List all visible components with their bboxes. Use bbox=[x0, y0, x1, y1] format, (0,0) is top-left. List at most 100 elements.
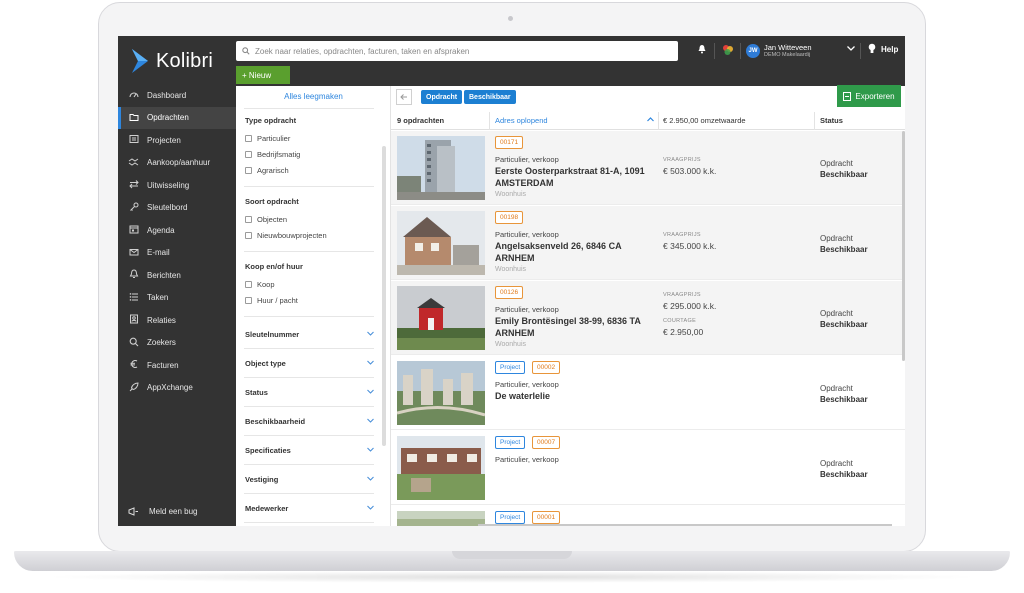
laptop-shadow bbox=[40, 571, 984, 583]
user-name[interactable]: Jan Witteveen bbox=[764, 43, 812, 52]
filter-chip-beschikbaar[interactable]: Beschikbaar bbox=[464, 90, 516, 104]
checkbox-icon[interactable] bbox=[245, 135, 252, 142]
sidebar-item-appxchange[interactable]: AppXchange bbox=[118, 377, 236, 399]
filter-checkbox[interactable]: Objecten bbox=[245, 215, 287, 224]
sidebar-item-sleutelbord[interactable]: Sleutelbord bbox=[118, 197, 236, 219]
folder-icon bbox=[128, 112, 139, 124]
table-scrollbar[interactable] bbox=[902, 131, 905, 361]
table-row[interactable]: 00198 Particulier, verkoop Angelsaksenveld… bbox=[391, 206, 905, 280]
avatar[interactable]: JW bbox=[746, 44, 760, 58]
checkbox-icon[interactable] bbox=[245, 232, 252, 239]
sidebar-item-facturen[interactable]: Facturen bbox=[118, 354, 236, 376]
clear-all-link[interactable]: Alles leegmaken bbox=[236, 92, 391, 101]
sidebar-item-agenda[interactable]: Agenda bbox=[118, 219, 236, 241]
search-bar[interactable] bbox=[236, 41, 678, 61]
laptop-camera bbox=[508, 16, 513, 21]
help-link[interactable]: Help bbox=[881, 45, 898, 54]
reference-badge: 00198 bbox=[495, 211, 524, 224]
filter-accordion-specificaties[interactable]: Specificaties bbox=[245, 445, 375, 456]
listing-category: Woonhuis bbox=[495, 341, 527, 348]
sidebar-item-berichten[interactable]: Berichten bbox=[118, 264, 236, 286]
back-button[interactable] bbox=[396, 89, 412, 105]
filter-checkbox[interactable]: Nieuwbouwprojecten bbox=[245, 231, 327, 240]
chevron-down-icon bbox=[366, 474, 375, 485]
apps-icon[interactable] bbox=[721, 43, 735, 60]
topbar-divider bbox=[740, 43, 741, 59]
filter-accordion-status[interactable]: Status bbox=[245, 387, 375, 398]
chevron-down-icon bbox=[366, 416, 375, 427]
sidebar-item-zoekers[interactable]: Zoekers bbox=[118, 332, 236, 354]
filter-checkbox[interactable]: Agrarisch bbox=[245, 166, 289, 175]
sidebar-item-label: Berichten bbox=[147, 270, 181, 280]
table-row[interactable]: Project 00007 Particulier, verkoop Opdracht… bbox=[391, 431, 905, 505]
filter-checkbox[interactable]: Koop bbox=[245, 280, 275, 289]
checkbox-icon[interactable] bbox=[245, 216, 252, 223]
filter-accordion-medewerker[interactable]: Medewerker bbox=[245, 503, 375, 514]
laptop-notch bbox=[452, 551, 572, 559]
table-row[interactable]: 00171 Particulier, verkoop Eerste Oosterpa… bbox=[391, 131, 905, 205]
filter-accordion-vestiging[interactable]: Vestiging bbox=[245, 474, 375, 485]
filter-title-type: Type opdracht bbox=[245, 116, 297, 125]
price-label: VRAAGPRIJS bbox=[663, 292, 701, 298]
logo[interactable]: Kolibri bbox=[118, 36, 236, 86]
status-badge: Beschikbaar bbox=[820, 470, 868, 479]
sidebar-item-label: Taken bbox=[147, 293, 169, 302]
table-row[interactable]: Project 00002 Particulier, verkoop De water… bbox=[391, 356, 905, 430]
sidebar-item-label: Uitwisseling bbox=[147, 180, 190, 190]
sidebar-item-projecten[interactable]: Projecten bbox=[118, 129, 236, 151]
file-export-icon bbox=[843, 91, 852, 101]
checkbox-icon[interactable] bbox=[245, 151, 252, 158]
checkbox-icon[interactable] bbox=[245, 167, 252, 174]
checkbox-icon[interactable] bbox=[245, 281, 252, 288]
listing-address[interactable]: Eerste Oosterparkstraat 81-A, 1091 AMSTE… bbox=[495, 165, 655, 189]
sidebar-item-label: Zoekers bbox=[147, 338, 176, 347]
sidebar-item-relaties[interactable]: Relaties bbox=[118, 309, 236, 331]
sidebar-item-e-mail[interactable]: E-mail bbox=[118, 242, 236, 264]
sidebar-item-dashboard[interactable]: Dashboard bbox=[118, 84, 236, 106]
notification-bell-icon[interactable] bbox=[697, 44, 707, 57]
report-bug-button[interactable]: Meld een bug bbox=[128, 507, 197, 516]
filter-checkbox[interactable]: Bedrijfsmatig bbox=[245, 150, 300, 159]
filter-chip-opdracht[interactable]: Opdracht bbox=[421, 90, 463, 104]
filter-scrollbar[interactable] bbox=[382, 146, 386, 446]
price-label: VRAAGPRIJS bbox=[663, 157, 701, 163]
column-divider bbox=[489, 112, 490, 130]
sidebar-item-label: Aankoop/aanhuur bbox=[147, 158, 211, 167]
chevron-down-icon bbox=[366, 387, 375, 398]
listing-address[interactable]: De waterlelie bbox=[495, 390, 655, 402]
filter-divider bbox=[244, 377, 374, 378]
table-horizontal-scrollbar[interactable] bbox=[478, 524, 892, 526]
listing-address[interactable]: Angelsaksenveld 26, 6846 CA ARNHEM bbox=[495, 240, 655, 264]
filter-checkbox[interactable]: Huur / pacht bbox=[245, 296, 298, 305]
filter-accordion-object-type[interactable]: Object type bbox=[245, 358, 375, 369]
filter-checkbox[interactable]: Particulier bbox=[245, 134, 290, 143]
accordion-label: Sleutelnummer bbox=[245, 330, 300, 339]
sidebar-item-label: Facturen bbox=[147, 360, 179, 370]
checkbox-icon[interactable] bbox=[245, 297, 252, 304]
sidebar-item-uitwisseling[interactable]: Uitwisseling bbox=[118, 174, 236, 196]
status-badge: Beschikbaar bbox=[820, 245, 868, 254]
chevron-down-icon[interactable] bbox=[846, 43, 856, 56]
chevron-up-icon[interactable] bbox=[646, 115, 655, 126]
rocket-icon bbox=[128, 381, 139, 394]
sort-address-header[interactable]: Adres oplopend bbox=[495, 116, 548, 125]
sidebar-item-taken[interactable]: Taken bbox=[118, 287, 236, 309]
listing-address[interactable]: Emily Brontësingel 38-99, 6836 TA ARNHEM bbox=[495, 315, 655, 339]
table-row[interactable]: 00126 Particulier, verkoop Emily Brontësin… bbox=[391, 281, 905, 355]
search-input[interactable] bbox=[255, 46, 675, 56]
export-button[interactable]: Exporteren bbox=[837, 85, 901, 107]
reference-badge: 00002 bbox=[532, 361, 561, 374]
property-photo bbox=[397, 136, 485, 200]
price-label: COURTAGE bbox=[663, 318, 697, 324]
checkbox-label: Koop bbox=[257, 280, 275, 289]
filter-accordion-sleutelnummer[interactable]: Sleutelnummer bbox=[245, 329, 375, 340]
new-button[interactable]: + Nieuw bbox=[236, 66, 290, 84]
arrow-left-icon bbox=[400, 94, 407, 100]
contacts-icon bbox=[128, 314, 139, 326]
table-row[interactable]: Project 00001 bbox=[391, 506, 905, 526]
sidebar-item-opdrachten[interactable]: Opdrachten bbox=[118, 106, 236, 129]
sidebar-item-aankoop-aanhuur[interactable]: Aankoop/aanhuur bbox=[118, 152, 236, 174]
result-count: 9 opdrachten bbox=[397, 116, 445, 125]
status-header[interactable]: Status bbox=[820, 116, 843, 125]
filter-accordion-beschikbaarheid[interactable]: Beschikbaarheid bbox=[245, 416, 375, 427]
